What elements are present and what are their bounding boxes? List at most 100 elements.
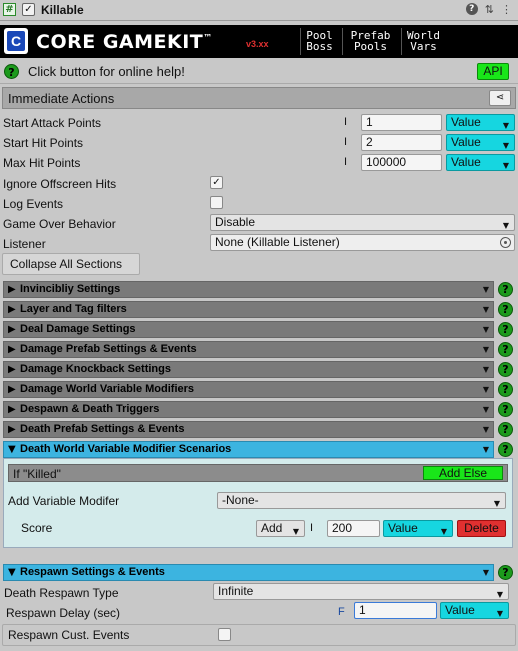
listener-object-field[interactable]: None (Killable Listener) [210, 234, 515, 251]
start-hit-mode-select[interactable]: Value [446, 134, 515, 153]
component-enabled-checkbox[interactable]: ✓ [22, 3, 35, 16]
help-icon[interactable]: ? [498, 442, 513, 457]
score-operation-dropdown[interactable]: Add [256, 520, 305, 539]
expand-arrow-icon: ▶ [8, 384, 16, 395]
share-icon[interactable]: ⋖ [489, 90, 511, 106]
respawn-delay-mode-select[interactable]: Value [440, 602, 509, 621]
game-over-dropdown[interactable]: Disable [210, 214, 515, 233]
pool-boss-button[interactable]: Pool Boss [300, 28, 338, 55]
log-events-row: Log Events [0, 194, 518, 214]
help-icon[interactable]: ? [498, 342, 513, 357]
start-attack-row: Start Attack Points I 1 Value [0, 113, 518, 133]
api-button[interactable]: API [477, 63, 509, 80]
object-picker-icon[interactable] [500, 237, 511, 248]
version-label: v3.xx [246, 39, 269, 49]
score-mode-select[interactable]: Value [383, 520, 453, 539]
int-marker: I [344, 116, 348, 128]
help-icon[interactable]: ? [498, 282, 513, 297]
listener-label: Listener [3, 237, 46, 251]
add-else-button[interactable]: Add Else [423, 466, 503, 480]
prefab-pools-button[interactable]: Prefab Pools [342, 28, 398, 55]
help-icon[interactable]: ? [465, 3, 478, 15]
help-icon[interactable]: ? [498, 322, 513, 337]
component-title: Killable [41, 3, 84, 17]
section-title: Death World Variable Modifier Scenarios [20, 443, 232, 455]
help-icon[interactable]: ? [498, 362, 513, 377]
log-events-label: Log Events [3, 197, 64, 211]
expand-arrow-icon: ▶ [8, 324, 16, 335]
expand-arrow-icon: ▶ [8, 424, 16, 435]
help-icon[interactable]: ? [498, 422, 513, 437]
section-title: Damage World Variable Modifiers [20, 383, 195, 395]
respawn-delay-row: Respawn Delay (sec) F 1 Value [0, 602, 518, 623]
section-title: Damage Knockback Settings [20, 363, 171, 375]
section-damage-world-var[interactable]: ▶ Damage World Variable Modifiers ▼ [3, 381, 494, 398]
respawn-cust-events-checkbox[interactable] [218, 628, 231, 641]
start-attack-mode-select[interactable]: Value [446, 114, 515, 133]
log-events-checkbox[interactable] [210, 196, 223, 209]
collapse-all-button[interactable]: Collapse All Sections [2, 253, 140, 275]
respawn-delay-input[interactable]: 1 [354, 602, 437, 619]
if-killed-label: If "Killed" [13, 467, 61, 481]
header-icons: ? ⇅ ⋮ [465, 3, 512, 16]
add-modifier-dropdown[interactable]: -None- [217, 492, 506, 511]
section-deal-damage[interactable]: ▶ Deal Damage Settings ▼ [3, 321, 494, 338]
section-invincibility[interactable]: ▶ Invincibliy Settings ▼ [3, 281, 494, 298]
expand-arrow-icon: ▶ [8, 304, 16, 315]
respawn-type-dropdown[interactable]: Infinite [213, 583, 509, 602]
game-over-label: Game Over Behavior [3, 217, 116, 231]
chevron-down-icon: ▼ [482, 345, 489, 354]
section-title: Respawn Settings & Events [20, 566, 165, 578]
start-hit-input[interactable]: 2 [361, 134, 442, 151]
score-value-input[interactable]: 200 [327, 520, 380, 537]
expand-arrow-icon: ▶ [8, 344, 16, 355]
max-hit-row: Max Hit Points I 100000 Value [0, 153, 518, 173]
section-title: Layer and Tag filters [20, 303, 127, 315]
start-attack-label: Start Attack Points [3, 116, 102, 130]
delete-modifier-button[interactable]: Delete [457, 520, 506, 537]
start-hit-label: Start Hit Points [3, 136, 84, 150]
scenario-panel: If "Killed" Add Else Add Variable Modife… [3, 458, 513, 548]
ignore-offscreen-checkbox[interactable]: ✓ [210, 176, 223, 189]
help-icon[interactable]: ? [498, 382, 513, 397]
section-layer-tag[interactable]: ▶ Layer and Tag filters ▼ [3, 301, 494, 318]
max-hit-input[interactable]: 100000 [361, 154, 442, 171]
logo-text: CORE GAMEKIT™ [36, 31, 213, 53]
max-hit-mode-select[interactable]: Value [446, 154, 515, 173]
expand-arrow-icon: ▶ [8, 404, 16, 415]
section-death-world-var[interactable]: ▼ Death World Variable Modifier Scenarios… [3, 441, 494, 458]
help-icon[interactable]: ? [4, 64, 19, 79]
listener-row: Listener None (Killable Listener) [0, 234, 518, 254]
help-icon[interactable]: ? [498, 302, 513, 317]
section-despawn-death[interactable]: ▶ Despawn & Death Triggers ▼ [3, 401, 494, 418]
chevron-down-icon: ▼ [482, 385, 489, 394]
component-header: # ✓ Killable ? ⇅ ⋮ [0, 0, 518, 21]
respawn-delay-label: Respawn Delay (sec) [6, 606, 121, 620]
chevron-down-icon: ▼ [482, 365, 489, 374]
respawn-type-label: Death Respawn Type [4, 586, 119, 600]
preset-icon[interactable]: ⇅ [485, 3, 494, 16]
respawn-cust-events-label: Respawn Cust. Events [8, 628, 130, 642]
section-respawn[interactable]: ▼ Respawn Settings & Events ▼ [3, 564, 494, 581]
section-title: Invincibliy Settings [20, 283, 121, 295]
help-icon[interactable]: ? [498, 402, 513, 417]
game-over-row: Game Over Behavior Disable [0, 214, 518, 234]
expand-arrow-icon: ▶ [8, 364, 16, 375]
script-icon: # [3, 3, 16, 16]
help-icon[interactable]: ? [498, 565, 513, 580]
help-text: Click button for online help! [28, 64, 185, 79]
section-death-prefab[interactable]: ▶ Death Prefab Settings & Events ▼ [3, 421, 494, 438]
float-marker: F [338, 606, 345, 618]
chevron-down-icon: ▼ [482, 325, 489, 334]
core-gamekit-logo-icon: C [4, 28, 28, 54]
chevron-down-icon: ▼ [482, 405, 489, 414]
world-vars-button[interactable]: World Vars [401, 28, 445, 55]
chevron-down-icon: ▼ [482, 285, 489, 294]
start-attack-input[interactable]: 1 [361, 114, 442, 131]
logo-banner: C CORE GAMEKIT™ v3.xx Pool Boss Prefab Poo… [0, 25, 518, 58]
chevron-down-icon: ▼ [482, 568, 489, 577]
section-damage-knockback[interactable]: ▶ Damage Knockback Settings ▼ [3, 361, 494, 378]
section-damage-prefab[interactable]: ▶ Damage Prefab Settings & Events ▼ [3, 341, 494, 358]
more-icon[interactable]: ⋮ [501, 3, 512, 16]
section-title: Death Prefab Settings & Events [20, 423, 185, 435]
